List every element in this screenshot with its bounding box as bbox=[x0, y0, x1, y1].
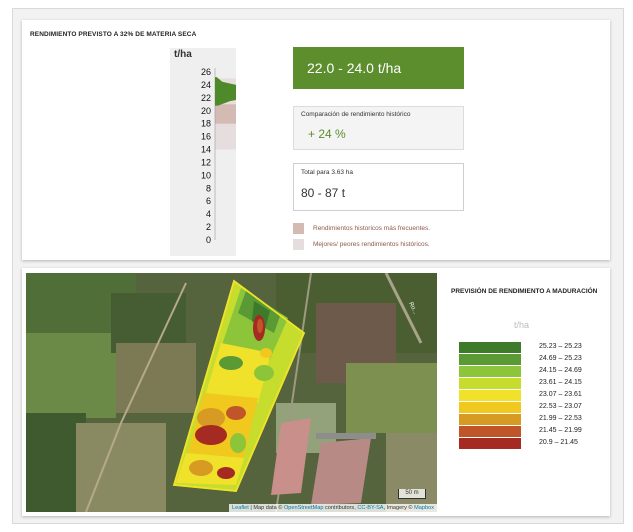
map-imagery: Ro... bbox=[26, 273, 437, 512]
y-tick-label: 14 bbox=[201, 145, 211, 155]
map-scale: 50 m bbox=[398, 489, 426, 499]
attribution-text-2: contributors, bbox=[323, 505, 358, 511]
y-tick-label: 6 bbox=[206, 196, 211, 206]
y-tick-label: 22 bbox=[201, 93, 211, 103]
y-tick-label: 26 bbox=[201, 67, 211, 77]
maturation-class-range: 21.99 – 22.53 bbox=[539, 415, 582, 422]
maturation-class-swatch bbox=[459, 390, 521, 401]
maturation-class-row: 24.69 – 25.23 bbox=[459, 354, 609, 365]
y-tick-label: 0 bbox=[206, 235, 211, 245]
cc-by-sa-link[interactable]: CC-BY-SA bbox=[357, 505, 383, 511]
maturation-class-range: 23.61 – 24.15 bbox=[539, 379, 582, 386]
maturation-class-swatch bbox=[459, 438, 521, 449]
attribution-text-3: , Imagery © bbox=[383, 505, 415, 511]
field-map[interactable]: Ro... 50 m Leaflet | Map data © OpenStre… bbox=[26, 273, 437, 512]
maturation-class-range: 20.9 – 21.45 bbox=[539, 439, 578, 446]
total-yield-box: Total para 3.63 ha 80 - 87 t bbox=[293, 163, 464, 211]
yield-forecast-title: RENDIMIENTO PREVISTO A 32% DE MATERIA SE… bbox=[30, 31, 197, 38]
attribution-text-1: | Map data © bbox=[248, 505, 284, 511]
y-tick-label: 20 bbox=[201, 106, 211, 116]
y-tick-label: 8 bbox=[206, 183, 211, 193]
mapbox-link[interactable]: Mapbox bbox=[414, 505, 434, 511]
historical-comparison-label: Comparación de rendimiento histórico bbox=[301, 111, 411, 118]
maturation-class-row: 23.07 – 23.61 bbox=[459, 390, 609, 401]
maturation-class-swatch bbox=[459, 342, 521, 353]
y-tick-label: 10 bbox=[201, 170, 211, 180]
maturation-class-row: 25.23 – 25.23 bbox=[459, 342, 609, 353]
chart-band-1 bbox=[215, 104, 236, 124]
maturation-class-row: 23.61 – 24.15 bbox=[459, 378, 609, 389]
maturation-class-range: 25.23 – 25.23 bbox=[539, 343, 582, 350]
maturation-class-range: 21.45 – 21.99 bbox=[539, 427, 582, 434]
maturation-class-row: 22.53 – 23.07 bbox=[459, 402, 609, 413]
legend-best-worst-swatch bbox=[293, 239, 304, 250]
legend-frequent-swatch bbox=[293, 223, 304, 234]
yield-forecast-card: RENDIMIENTO PREVISTO A 32% DE MATERIA SE… bbox=[22, 20, 610, 260]
maturation-class-swatch bbox=[459, 414, 521, 425]
legend-frequent-label: Rendimientos historicos más frecuentes. bbox=[313, 225, 431, 232]
maturation-class-swatch bbox=[459, 378, 521, 389]
maturation-class-row: 24.15 – 24.69 bbox=[459, 366, 609, 377]
y-tick-label: 18 bbox=[201, 119, 211, 129]
maturation-class-range: 24.69 – 25.23 bbox=[539, 355, 582, 362]
yield-distribution-chart: 0 2 4 6 8 10 12 14 16 18 20 22 24 26 bbox=[170, 48, 236, 256]
maturation-unit: t/ha bbox=[514, 320, 530, 330]
maturation-class-row: 21.99 – 22.53 bbox=[459, 414, 609, 425]
maturation-card: Ro... 50 m Leaflet | Map data © OpenStre… bbox=[22, 268, 610, 516]
maturation-class-swatch bbox=[459, 366, 521, 377]
y-tick-label: 24 bbox=[201, 80, 211, 90]
maturation-class-range: 23.07 – 23.61 bbox=[539, 391, 582, 398]
maturation-class-row: 20.9 – 21.45 bbox=[459, 438, 609, 449]
y-tick-label: 16 bbox=[201, 132, 211, 142]
maturation-class-range: 24.15 – 24.69 bbox=[539, 367, 582, 374]
maturation-class-range: 22.53 – 23.07 bbox=[539, 403, 582, 410]
maturation-class-swatch bbox=[459, 354, 521, 365]
historical-comparison-box: Comparación de rendimiento histórico + 2… bbox=[293, 106, 464, 150]
maturation-class-row: 21.45 – 21.99 bbox=[459, 426, 609, 437]
legend-best-worst-label: Mejores/ peores rendimientos históricos. bbox=[313, 241, 430, 248]
y-tick-label: 2 bbox=[206, 222, 211, 232]
historical-comparison-value: + 24 % bbox=[308, 127, 346, 141]
yield-distribution-svg: 02468101214161820222426 bbox=[201, 67, 236, 245]
chart-unit-label: t/ha bbox=[174, 49, 192, 60]
y-tick-label: 4 bbox=[206, 209, 211, 219]
maturation-title: PREVISIÓN DE RENDIMIENTO A MADURACIÓN bbox=[451, 288, 598, 295]
total-yield-value: 80 - 87 t bbox=[301, 186, 346, 200]
predicted-range: 22.0 - 24.0 t/ha bbox=[293, 47, 464, 89]
osm-link[interactable]: OpenStreetMap bbox=[284, 505, 324, 511]
map-attribution: Leaflet | Map data © OpenStreetMap contr… bbox=[229, 504, 437, 512]
leaflet-link[interactable]: Leaflet bbox=[232, 505, 249, 511]
maturation-class-swatch bbox=[459, 402, 521, 413]
total-yield-label: Total para 3.63 ha bbox=[301, 169, 354, 176]
y-tick-label: 12 bbox=[201, 157, 211, 167]
maturation-class-swatch bbox=[459, 426, 521, 437]
